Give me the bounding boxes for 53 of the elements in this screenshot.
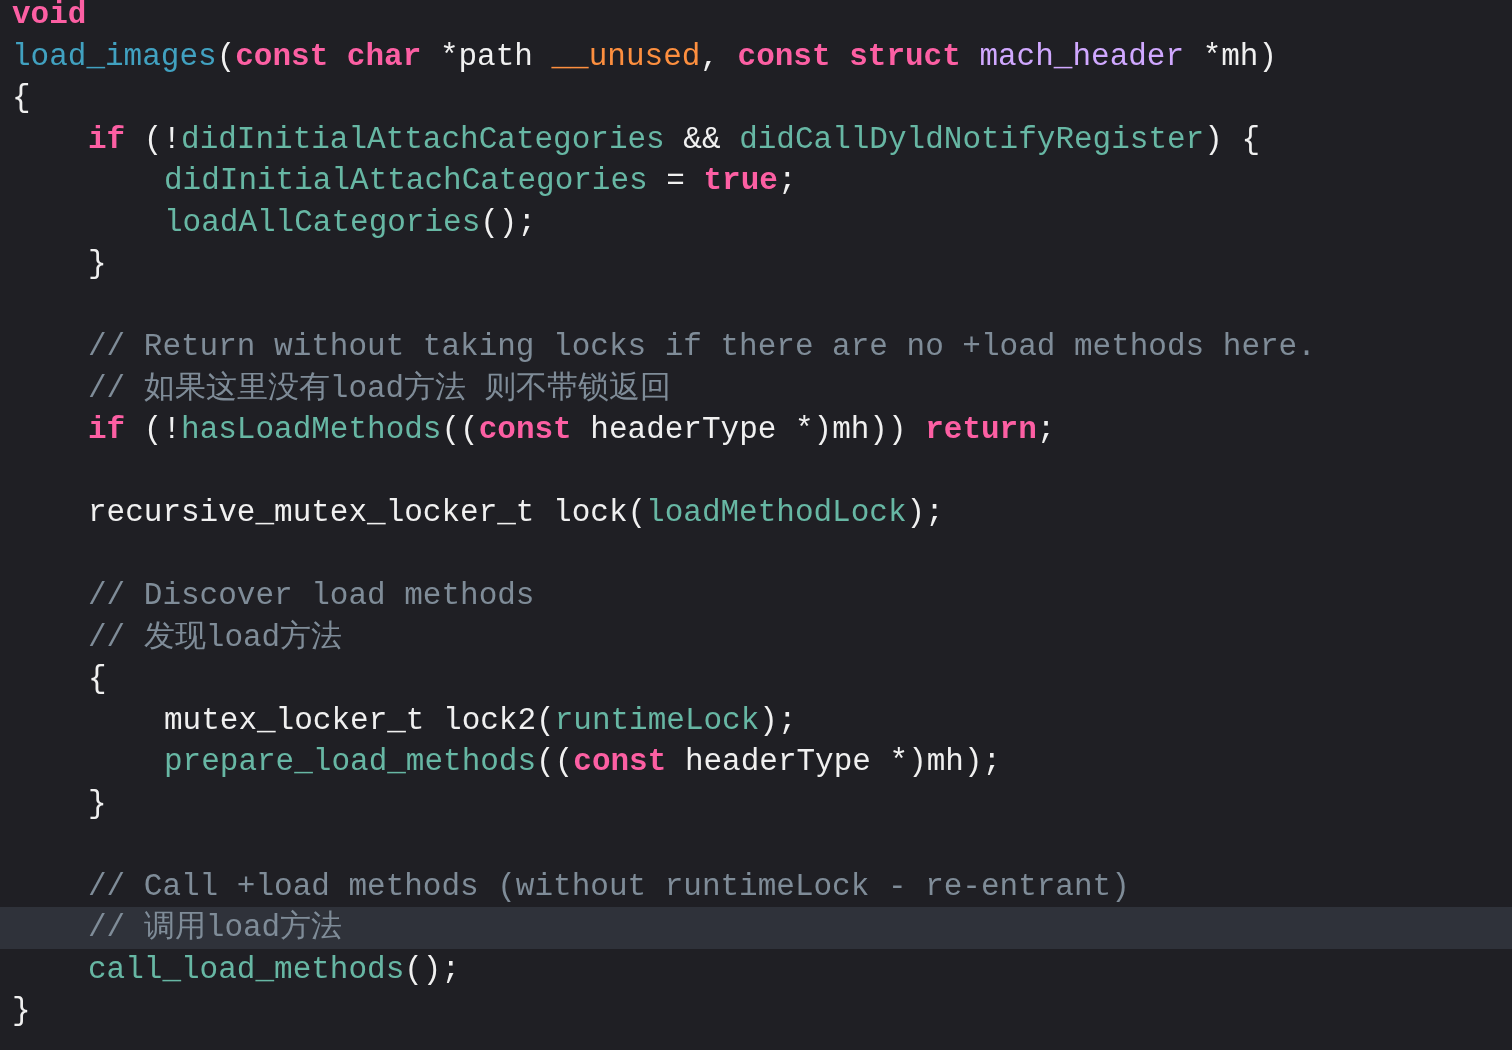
- code-type: mach_header: [979, 40, 1185, 72]
- code-identifier: runtimeLock: [554, 704, 760, 736]
- code-keyword: void: [12, 0, 87, 31]
- code-keyword: return: [925, 414, 1037, 446]
- code-comment: // Discover load methods: [88, 580, 535, 612]
- code-text: ((: [441, 414, 479, 446]
- code-keyword: true: [703, 165, 778, 197]
- code-text: ;: [777, 165, 797, 197]
- code-identifier: didCallDyldNotifyRegister: [739, 123, 1205, 155]
- code-identifier: didInitialAttachCategories: [164, 165, 648, 197]
- code-keyword: const struct: [737, 40, 962, 72]
- code-keyword: const: [573, 746, 667, 778]
- code-text: ) {: [1204, 123, 1261, 155]
- code-text: =: [665, 165, 686, 197]
- code-text: ();: [404, 953, 461, 985]
- code-text: mutex_locker_t lock2(: [164, 704, 555, 736]
- code-comment: // Return without taking locks if there are no +load methods here.: [88, 331, 1316, 363]
- code-text: ((: [536, 746, 574, 778]
- code-text: ();: [480, 206, 537, 238]
- code-text: {: [12, 82, 31, 114]
- code-keyword: if: [88, 123, 126, 155]
- code-function-name: load_images: [12, 40, 217, 72]
- code-text: );: [906, 497, 944, 529]
- code-keyword: const: [478, 414, 572, 446]
- code-text: ,: [700, 40, 720, 72]
- code-identifier: call_load_methods: [88, 953, 405, 985]
- code-text: }: [88, 787, 107, 819]
- code-text: (!: [142, 414, 182, 446]
- code-text: {: [88, 663, 107, 695]
- code-text: (!: [142, 123, 182, 155]
- code-text: );: [759, 704, 797, 736]
- code-text: recursive_mutex_locker_t lock(: [88, 497, 647, 529]
- code-comment: // 如果这里没有load方法 则不带锁返回: [88, 372, 671, 404]
- code-text: }: [12, 995, 31, 1027]
- code-identifier: hasLoadMethods: [181, 414, 442, 446]
- code-text: &&: [682, 123, 722, 155]
- code-text: *mh): [1201, 40, 1278, 72]
- code-comment: // 发现load方法: [88, 621, 343, 653]
- code-identifier: prepare_load_methods: [164, 746, 537, 778]
- code-text: (: [216, 40, 236, 72]
- code-comment: // 调用load方法: [88, 912, 343, 944]
- code-text: }: [88, 248, 107, 280]
- code-macro: __unused: [551, 40, 701, 72]
- code-identifier: loadAllCategories: [164, 206, 481, 238]
- code-identifier: didInitialAttachCategories: [181, 123, 665, 155]
- code-comment: // Call +load methods (without runtimeLock - re-entrant): [88, 870, 1130, 902]
- code-text: ;: [1036, 414, 1056, 446]
- code-keyword: if: [88, 414, 126, 446]
- code-identifier: loadMethodLock: [646, 497, 907, 529]
- code-text: *path: [438, 40, 534, 72]
- code-keyword: const char: [235, 40, 422, 72]
- code-text: headerType *)mh);: [683, 746, 1002, 778]
- code-text: headerType *)mh)): [589, 414, 908, 446]
